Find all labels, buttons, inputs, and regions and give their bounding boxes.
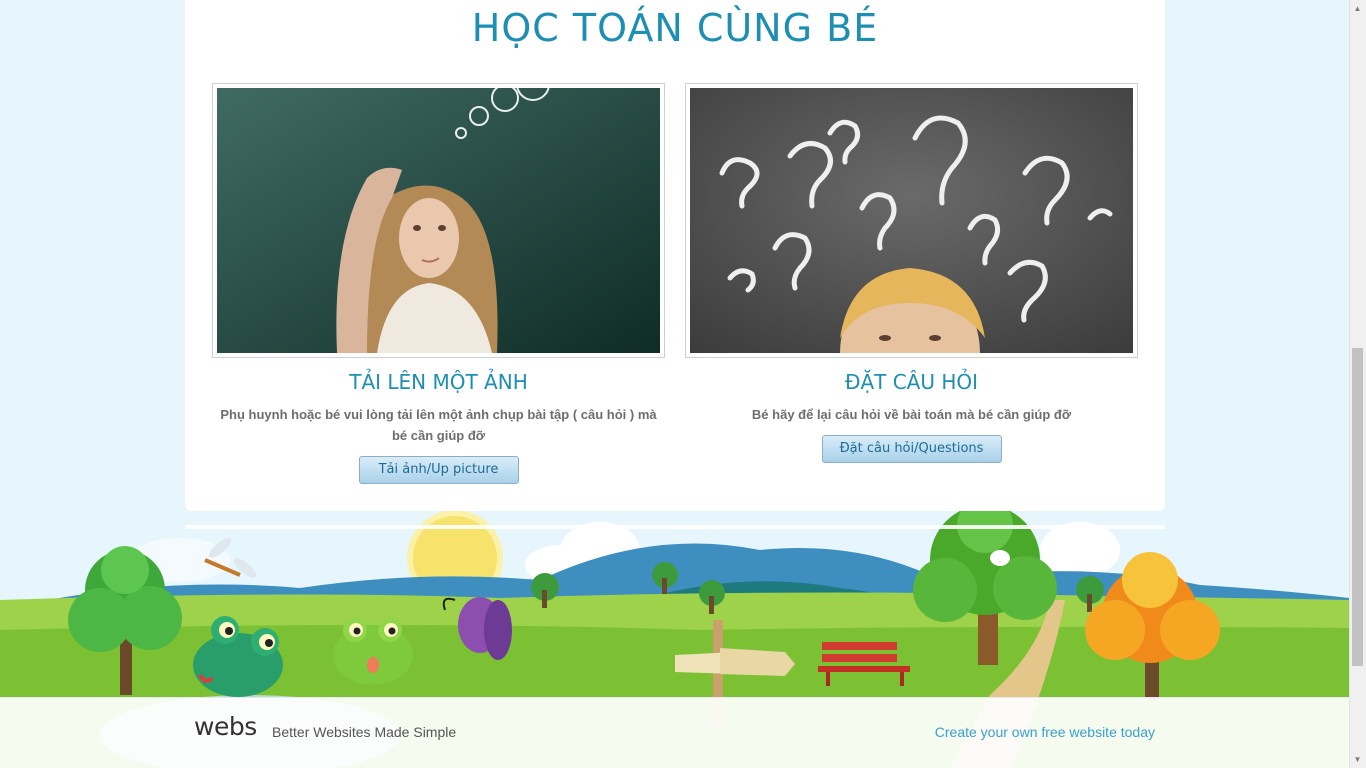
upload-photo-heading: TẢI LÊN MỘT ẢNH	[349, 370, 528, 394]
ask-question-button[interactable]: Đặt câu hỏi/Questions	[821, 435, 1002, 463]
frog-middle	[333, 618, 413, 685]
ask-question-description: Bé hãy để lại câu hỏi về bài toán mà bé …	[751, 407, 1072, 422]
webs-logo[interactable]: webs	[194, 712, 257, 741]
upload-photo-section: TẢI LÊN MỘT ẢNH Phụ huynh hoặc bé vui lò…	[212, 83, 665, 484]
question-marks-boy-photo	[685, 83, 1138, 358]
page-title: HỌC TOÁN CÙNG BÉ	[471, 6, 879, 50]
create-website-link[interactable]: Create your own free website today	[935, 724, 1155, 740]
upload-photo-description: Phụ huynh hoặc bé vui lòng tải lên một ả…	[220, 407, 657, 443]
divider-line	[185, 525, 1165, 529]
ask-question-heading: ĐẶT CÂU HỎI	[844, 370, 979, 394]
scroll-down-arrow-icon[interactable]: ▼	[1349, 751, 1366, 768]
ask-question-section: ĐẶT CÂU HỎI Bé hãy để lại câu hỏi về bài…	[685, 83, 1138, 463]
scroll-up-arrow-icon[interactable]: ▲	[1349, 0, 1366, 17]
scroll-thumb[interactable]	[1352, 348, 1363, 666]
content-card: HỌC TOÁN CÙNG BÉ TẢI LÊN MỘT ẢNH Phụ huy…	[185, 0, 1165, 511]
upload-picture-button[interactable]: Tải ảnh/Up picture	[358, 456, 519, 484]
vertical-scrollbar[interactable]: ▲ ▼	[1349, 0, 1366, 768]
thinking-girl-photo	[212, 83, 665, 358]
footer-tagline: Better Websites Made Simple	[272, 724, 457, 740]
footer-bar: webs Better Websites Made Simple Create …	[0, 697, 1349, 768]
